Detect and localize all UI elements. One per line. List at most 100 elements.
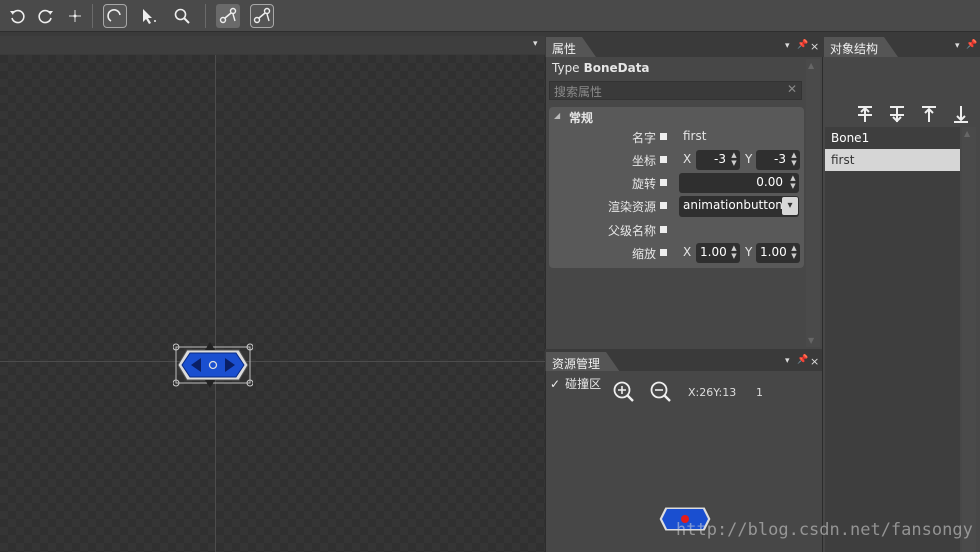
bone-icon[interactable] [216,4,240,28]
scroll-up-icon[interactable]: ▲ [808,61,814,70]
render-resource-value: animationbutton [683,198,783,212]
properties-scrollbar[interactable]: ▲ ▼ [806,59,820,347]
move-down-icon[interactable] [950,103,972,125]
property-marker-icon [660,133,667,140]
zoom-out-icon[interactable] [649,380,673,407]
collision-checkbox[interactable]: ✓ 碰撞区 [550,375,601,392]
property-search-input[interactable]: 搜索属性 ✕ [549,81,802,100]
property-row-render-resource: 渲染资源 animationbutton ▾ [549,195,804,217]
x-axis-line [0,361,545,362]
section-title: 常规 [569,111,594,125]
panel-menu-icon[interactable]: ▾ [955,41,960,51]
editor-window: ▾ 属性 ▾ 📌 × Type BoneData 搜索属性 ✕ ◢ 常规 名字 … [0,0,980,552]
spin-arrows-icon[interactable]: ▲ ▼ [789,174,797,190]
scale-y-value: 1.00 [760,245,787,259]
scale-x-stepper[interactable]: 1.00 ▲ ▼ [696,243,740,263]
property-row-rotation: 旋转 0.00 ▲ ▼ [549,172,804,194]
cursor-coordinates: X:26Y:13 [688,386,737,399]
move-to-bottom-icon[interactable] [886,103,908,125]
property-marker-icon [660,202,667,209]
general-section: ◢ 常规 名字 first 坐标 X -3 ▲ ▼ Y -3 ▲ ▼ 旋转 0.… [549,107,804,268]
property-label: 名字 [631,131,656,145]
toolbar-separator [205,4,206,28]
button-sprite[interactable] [172,342,254,388]
property-label: 缩放 [631,247,656,261]
property-marker-icon [660,226,667,233]
scale-y-stepper[interactable]: 1.00 ▲ ▼ [756,243,800,263]
tab-properties[interactable]: 属性 [546,37,597,57]
move-icon[interactable] [63,4,87,28]
rotation-stepper[interactable]: 0.00 ▲ ▼ [679,173,799,193]
tree-item-first[interactable]: first [825,149,960,171]
type-label: Type [552,61,580,75]
clear-search-icon[interactable]: ✕ [787,82,797,96]
x-label: X [683,245,692,259]
toolbar [0,0,980,32]
property-marker-icon [660,249,667,256]
property-row-name: 名字 first [549,126,804,148]
spin-arrows-icon[interactable]: ▲ ▼ [730,151,738,167]
zoom-in-icon[interactable] [612,380,636,407]
move-to-top-icon[interactable] [854,103,876,125]
render-resource-select[interactable]: animationbutton ▾ [679,196,799,217]
property-row-parent: 父级名称 [549,219,804,241]
property-label: 父级名称 [607,224,656,238]
type-row: Type BoneData [552,61,650,75]
y-label: Y [745,245,753,259]
pin-icon[interactable]: 📌 [797,40,808,50]
close-icon[interactable]: × [810,355,819,368]
canvas-header: ▾ [0,36,545,54]
collapse-triangle-icon[interactable]: ◢ [554,111,560,120]
scene-canvas[interactable] [0,55,545,552]
chevron-down-icon[interactable]: ▾ [782,197,798,215]
select-arrow-icon[interactable] [137,4,161,28]
tree-item-bone1[interactable]: Bone1 [825,127,960,149]
tab-assets[interactable]: 资源管理 [546,352,621,372]
object-tree: Bone1 first [825,127,960,552]
scroll-down-icon[interactable]: ▼ [808,336,814,345]
rotate-cw-icon[interactable] [34,4,58,28]
pin-icon[interactable]: 📌 [797,355,808,365]
frame-number: 1 [756,386,763,399]
y-axis-line [215,55,216,552]
pin-icon[interactable]: 📌 [966,40,977,50]
rotation-value: 0.00 [756,175,783,189]
x-label: X [683,152,692,166]
property-label: 渲染资源 [607,200,656,214]
y-label: Y [745,152,753,166]
type-value: BoneData [583,61,650,75]
property-row-scale: 缩放 X 1.00 ▲ ▼ Y 1.00 ▲ ▼ [549,242,804,264]
arc-icon[interactable] [103,4,127,28]
property-label: 坐标 [631,154,656,168]
spin-arrows-icon[interactable]: ▲ ▼ [790,151,798,167]
canvas-menu-icon[interactable]: ▾ [533,39,538,49]
position-y-stepper[interactable]: -3 ▲ ▼ [756,150,800,170]
panel-menu-icon[interactable]: ▾ [785,356,790,366]
property-marker-icon [660,179,667,186]
scale-x-value: 1.00 [700,245,727,259]
property-marker-icon [660,156,667,163]
object-tree-scrollbar[interactable]: ▲ [962,127,976,552]
move-up-icon[interactable] [918,103,940,125]
name-value[interactable]: first [683,129,706,143]
bone-edit-icon[interactable] [250,4,274,28]
close-icon[interactable]: × [810,40,819,53]
tab-object-structure[interactable]: 对象结构 [824,37,899,57]
toolbar-separator [92,4,93,28]
properties-panel: Type BoneData 搜索属性 ✕ ◢ 常规 名字 first 坐标 X -… [545,57,822,349]
position-x-value: -3 [714,152,726,166]
position-y-value: -3 [774,152,786,166]
scroll-up-icon[interactable]: ▲ [964,129,970,138]
checkmark-icon: ✓ [550,377,561,391]
property-label: 旋转 [631,177,656,191]
collision-label: 碰撞区 [565,377,602,391]
object-structure-panel: Bone1 first ▲ [822,57,980,552]
spin-arrows-icon[interactable]: ▲ ▼ [790,244,798,260]
panel-menu-icon[interactable]: ▾ [785,41,790,51]
watermark: http://blog.csdn.net/fansongy [676,520,973,540]
spin-arrows-icon[interactable]: ▲ ▼ [730,244,738,260]
rotate-ccw-icon[interactable] [5,4,29,28]
search-placeholder: 搜索属性 [554,85,603,99]
position-x-stepper[interactable]: -3 ▲ ▼ [696,150,740,170]
zoom-icon[interactable] [170,4,194,28]
